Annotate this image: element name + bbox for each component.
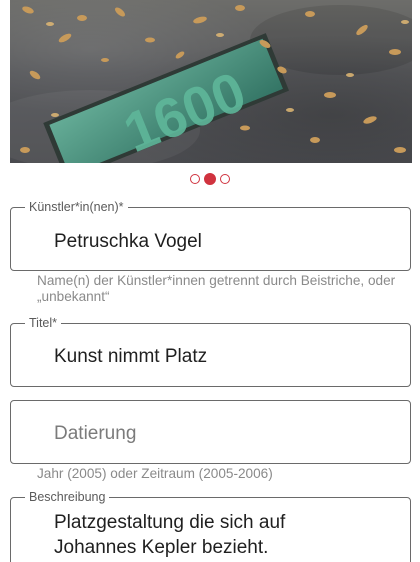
- artist-field[interactable]: Künstler*in(nen)* Petruschka Vogel: [10, 200, 411, 271]
- artwork-edit-screen: 1600 Künstler*in(nen)* Petruschka Vogel …: [0, 0, 420, 562]
- description-line-1[interactable]: Platzgestaltung die sich auf: [54, 511, 285, 535]
- artist-label: Künstler*in(nen)*: [25, 200, 128, 214]
- title-label: Titel*: [25, 316, 62, 330]
- title-field[interactable]: Titel* Kunst nimmt Platz: [10, 316, 411, 387]
- pager-dot-2-active[interactable]: [204, 173, 216, 185]
- artwork-photo[interactable]: 1600: [10, 0, 412, 163]
- artist-helper-text: Name(n) der Künstler*innen getrennt durc…: [37, 273, 396, 304]
- pager-dot-3[interactable]: [220, 174, 230, 184]
- title-value[interactable]: Kunst nimmt Platz: [54, 345, 207, 369]
- dating-field[interactable]: Datierung: [10, 400, 411, 464]
- dating-helper-text: Jahr (2005) oder Zeitraum (2005-2006): [37, 466, 273, 481]
- description-line-2[interactable]: Johannes Kepler bezieht.: [54, 536, 268, 560]
- photo-illustration: 1600: [10, 5, 412, 163]
- image-pager: [0, 171, 420, 187]
- pager-dot-1[interactable]: [190, 174, 200, 184]
- description-field[interactable]: Beschreibung Platzgestaltung die sich au…: [10, 490, 411, 562]
- description-label: Beschreibung: [25, 490, 110, 504]
- dating-placeholder[interactable]: Datierung: [54, 422, 136, 446]
- artist-value[interactable]: Petruschka Vogel: [54, 230, 202, 254]
